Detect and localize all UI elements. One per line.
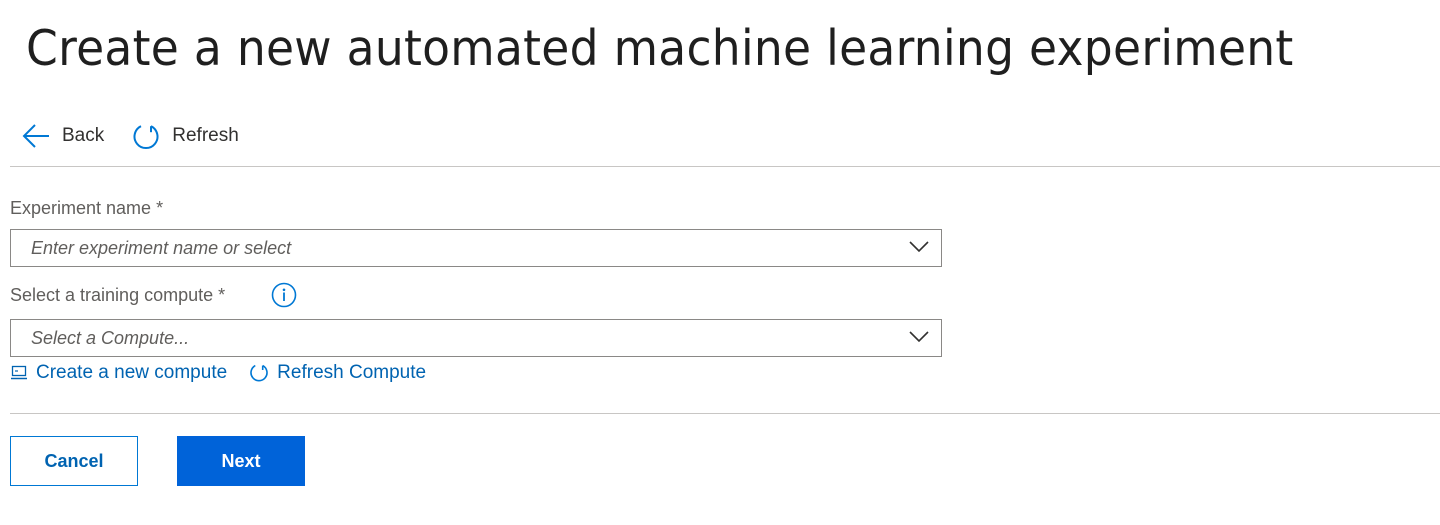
back-arrow-icon bbox=[22, 123, 50, 149]
compute-icon bbox=[10, 365, 36, 381]
refresh-compute-label: Refresh Compute bbox=[277, 362, 427, 383]
refresh-button[interactable]: Refresh bbox=[132, 122, 239, 150]
back-button[interactable]: Back bbox=[22, 123, 104, 149]
refresh-icon bbox=[132, 122, 160, 150]
experiment-name-input[interactable] bbox=[11, 230, 901, 266]
create-compute-link[interactable]: Create a new compute bbox=[10, 362, 227, 384]
page-title: Create a new automated machine learning … bbox=[26, 20, 1294, 77]
compute-links: Create a new compute Refresh Compute bbox=[10, 360, 448, 386]
back-label: Back bbox=[62, 125, 105, 146]
chevron-down-icon[interactable] bbox=[909, 240, 929, 259]
refresh-label: Refresh bbox=[172, 125, 239, 146]
experiment-name-combobox[interactable] bbox=[10, 229, 942, 267]
training-compute-label: Select a training compute * bbox=[10, 285, 226, 305]
create-compute-label: Create a new compute bbox=[36, 362, 228, 383]
info-icon[interactable] bbox=[271, 282, 297, 313]
refresh-compute-link[interactable]: Refresh Compute bbox=[249, 362, 426, 384]
toolbar: Back Refresh bbox=[22, 116, 267, 156]
refresh-icon bbox=[249, 363, 277, 383]
training-compute-input[interactable] bbox=[11, 320, 901, 356]
experiment-name-label: Experiment name * bbox=[10, 198, 164, 218]
footer-divider bbox=[10, 413, 1440, 414]
training-compute-combobox[interactable] bbox=[10, 319, 942, 357]
next-button[interactable]: Next bbox=[177, 436, 305, 486]
cancel-button[interactable]: Cancel bbox=[10, 436, 138, 486]
chevron-down-icon[interactable] bbox=[909, 330, 929, 349]
toolbar-divider bbox=[10, 166, 1440, 167]
create-experiment-page: Create a new automated machine learning … bbox=[0, 0, 1440, 525]
